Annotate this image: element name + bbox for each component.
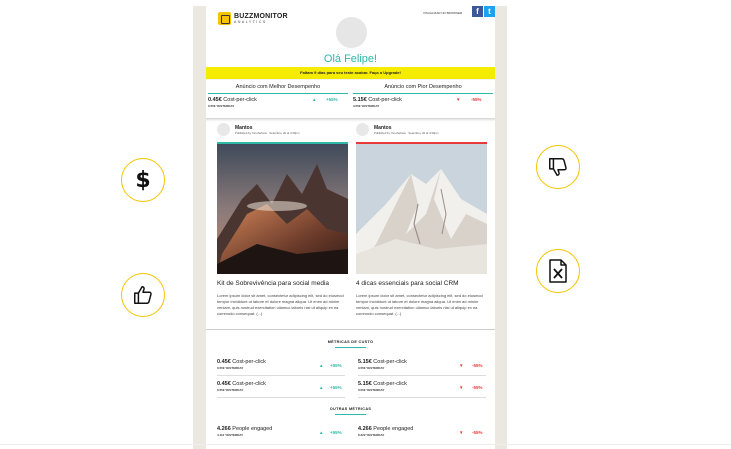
metric-value: 4.266 People engaged bbox=[217, 426, 273, 432]
post-meta: Published by Yan Zerbeto · Setembro, 20 … bbox=[235, 131, 300, 135]
section-title-cost: MÉTRICAS DE CUSTO bbox=[327, 340, 374, 344]
trend-up-icon: ▲ bbox=[319, 363, 324, 368]
metric-trend: +55% bbox=[330, 385, 342, 390]
metric-divider bbox=[358, 375, 486, 376]
metric-value: 0.45€ Cost-per-click bbox=[217, 359, 266, 365]
brand-name: BUZZMONITOR bbox=[234, 13, 288, 20]
best-ad-column: Anúncio com Melhor Desempenho 0.45€ Cost… bbox=[208, 80, 348, 108]
metric-yesterday: 0.55€ YESTERDAY bbox=[217, 388, 244, 392]
metric-trend: -55% bbox=[472, 363, 483, 368]
metric-trend: +55% bbox=[330, 363, 342, 368]
metric-divider bbox=[358, 397, 486, 398]
author-avatar bbox=[217, 123, 230, 136]
metric-yesterday: 0.55€ YESTERDAY bbox=[217, 366, 244, 370]
metric-card: 5.15€ Cost-per-click 3.55€ YESTERDAY ▼ -… bbox=[358, 359, 486, 377]
metric-yesterday: 3.55€ YESTERDAY bbox=[358, 366, 385, 370]
page-divider bbox=[0, 444, 731, 445]
worst-ad-trend: -55% bbox=[471, 97, 482, 102]
trend-up-icon: ▲ bbox=[319, 430, 324, 435]
metric-trend: +55% bbox=[330, 430, 342, 435]
mountain-sunset-image bbox=[217, 144, 348, 274]
best-ad-yesterday: 0.55€ YESTERDAY bbox=[208, 104, 235, 108]
section-underline bbox=[335, 414, 366, 415]
metric-trend: -55% bbox=[472, 430, 483, 435]
worst-ad-title: Anúncio com Pior Desempenho bbox=[353, 80, 493, 94]
trend-down-icon: ▼ bbox=[456, 97, 461, 102]
post-meta: Published by Yan Zerbeto · Setembro, 20 … bbox=[374, 131, 439, 135]
post-image[interactable] bbox=[356, 142, 487, 274]
thumbs-down-icon[interactable] bbox=[536, 145, 580, 189]
metric-value: 0.45€ Cost-per-click bbox=[217, 381, 266, 387]
dollar-icon[interactable]: $ bbox=[121, 158, 165, 202]
metric-card: 0.45€ Cost-per-click 0.55€ YESTERDAY ▲ +… bbox=[217, 381, 345, 399]
trend-up-icon: ▲ bbox=[319, 385, 324, 390]
trend-down-icon: ▼ bbox=[459, 363, 464, 368]
logo-icon bbox=[218, 12, 231, 25]
metric-card: 4.266 People engaged 4.112 YESTERDAY ▲ +… bbox=[217, 426, 345, 444]
facebook-icon[interactable]: f bbox=[472, 6, 483, 17]
author-avatar bbox=[356, 123, 369, 136]
upgrade-banner[interactable]: Faltam 9 dias para seu teste acabar. Faç… bbox=[206, 67, 495, 79]
twitter-icon[interactable]: t bbox=[484, 6, 495, 17]
best-ad-value: 0.45€ Cost-per-click bbox=[208, 97, 257, 103]
trend-down-icon: ▼ bbox=[459, 385, 464, 390]
user-avatar bbox=[336, 17, 367, 48]
metric-card: 4.266 People engaged 6.222 YESTERDAY ▼ -… bbox=[358, 426, 486, 444]
metric-card: 5.15€ Cost-per-click 3.55€ YESTERDAY ▼ -… bbox=[358, 381, 486, 399]
brand-subtitle: ANALYTICS bbox=[234, 20, 267, 24]
post-title[interactable]: Kit de Sobrevivência para social media bbox=[217, 280, 329, 287]
metric-value: 5.15€ Cost-per-click bbox=[358, 359, 407, 365]
best-ad-trend: +55% bbox=[326, 97, 338, 102]
post-excerpt: Lorem ipsum dolor sit amet, consectetur … bbox=[217, 293, 344, 316]
post-title[interactable]: 4 dicas essenciais para social CRM bbox=[356, 280, 459, 287]
metric-value: 5.15€ Cost-per-click bbox=[358, 381, 407, 387]
metric-yesterday: 4.112 YESTERDAY bbox=[217, 433, 244, 437]
ad-comparison-card: Anúncio com Melhor Desempenho 0.45€ Cost… bbox=[206, 80, 495, 118]
worst-ad-yesterday: 3.55€ YESTERDAY bbox=[353, 104, 380, 108]
trend-up-icon: ▲ bbox=[312, 97, 317, 102]
excel-icon[interactable] bbox=[536, 249, 580, 293]
email-preview: BUZZMONITOR ANALYTICS VISUALIZAR NO BROW… bbox=[206, 6, 495, 449]
post-image[interactable] bbox=[217, 142, 348, 274]
metric-yesterday: 3.55€ YESTERDAY bbox=[358, 388, 385, 392]
section-underline bbox=[335, 347, 366, 348]
brand-logo[interactable]: BUZZMONITOR ANALYTICS bbox=[218, 12, 288, 25]
metric-divider bbox=[217, 375, 345, 376]
trend-down-icon: ▼ bbox=[459, 430, 464, 435]
snowy-mountain-image bbox=[356, 144, 487, 274]
metric-card: 0.45€ Cost-per-click 0.55€ YESTERDAY ▲ +… bbox=[217, 359, 345, 377]
thumbs-up-icon[interactable] bbox=[121, 273, 165, 317]
worst-ad-column: Anúncio com Pior Desempenho 5.15€ Cost-p… bbox=[353, 80, 493, 108]
metric-yesterday: 6.222 YESTERDAY bbox=[358, 433, 385, 437]
best-ad-title: Anúncio com Melhor Desempenho bbox=[208, 80, 348, 94]
worst-ad-value: 5.15€ Cost-per-click bbox=[353, 97, 402, 103]
metric-value: 4.266 People engaged bbox=[358, 426, 414, 432]
section-title-other: OUTRAS MÉTRICAS bbox=[329, 407, 372, 411]
divider bbox=[206, 329, 495, 330]
metric-divider bbox=[217, 397, 345, 398]
view-in-browser-link[interactable]: VISUALIZAR NO BROWSER bbox=[423, 11, 462, 15]
greeting: Olá Felipe! bbox=[323, 53, 378, 65]
post-excerpt: Lorem ipsum dolor sit amet, consectetur … bbox=[356, 293, 483, 316]
metric-trend: -55% bbox=[472, 385, 483, 390]
